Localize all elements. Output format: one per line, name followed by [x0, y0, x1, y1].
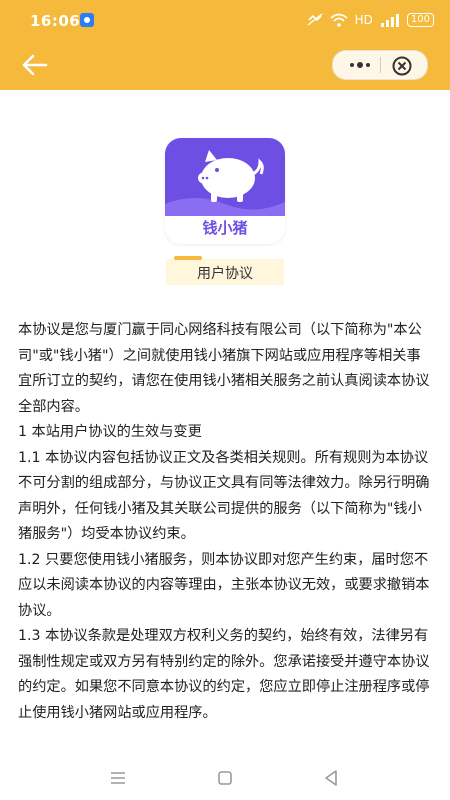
system-navigation-bar: [0, 760, 450, 800]
section-title: 用户协议: [197, 266, 253, 282]
signal-icon: [380, 13, 399, 27]
agreement-paragraph: 1.3 本协议条款是处理双方权利义务的契约，始终有效，法律另有强制性规定或双方另…: [18, 628, 430, 721]
app-name: 钱小猪: [202, 219, 248, 237]
app-logo: 钱小猪: [165, 138, 285, 244]
status-time: 16:06: [30, 12, 81, 30]
mute-icon: [307, 13, 323, 26]
network-type-label: HD: [354, 13, 373, 27]
agreement-paragraph: 本协议是您与厦门赢于同心网络科技有限公司（以下简称为"本公司"或"钱小猪"）之间…: [18, 322, 430, 415]
wifi-icon: [330, 13, 348, 27]
more-dots-icon[interactable]: [343, 51, 377, 79]
top-navigation-bar: [0, 40, 450, 90]
capsule-divider: [380, 57, 381, 73]
status-indicators: HD 100: [307, 13, 434, 27]
agreement-paragraph: 1.2 只要您使用钱小猪服务，则本协议即对您产生约束，届时您不应以未阅读本协议的…: [18, 551, 430, 619]
agreement-section-heading: 1 本站用户协议的生效与变更: [18, 424, 202, 440]
miniprogram-capsule: [332, 50, 428, 80]
title-accent-bar: [174, 256, 202, 260]
back-arrow-icon[interactable]: [20, 52, 50, 78]
agreement-content: 本协议是您与厦门赢于同心网络科技有限公司（以下简称为"本公司"或"钱小猪"）之间…: [18, 318, 432, 726]
agreement-paragraph: 1.1 本协议内容包括协议正文及各类相关规则。所有规则为本协议不可分割的组成部分…: [18, 449, 430, 543]
home-square-icon[interactable]: [213, 768, 237, 788]
back-triangle-icon[interactable]: [320, 768, 344, 788]
logo-background: [165, 138, 285, 216]
close-circle-icon[interactable]: [391, 55, 413, 77]
menu-icon[interactable]: [106, 768, 130, 788]
battery-icon: 100: [406, 13, 434, 27]
status-bar: 16:06 HD 100: [0, 0, 450, 40]
pig-icon: [165, 150, 285, 216]
notification-icon: [80, 13, 94, 27]
section-title-pill: 用户协议: [166, 256, 284, 285]
